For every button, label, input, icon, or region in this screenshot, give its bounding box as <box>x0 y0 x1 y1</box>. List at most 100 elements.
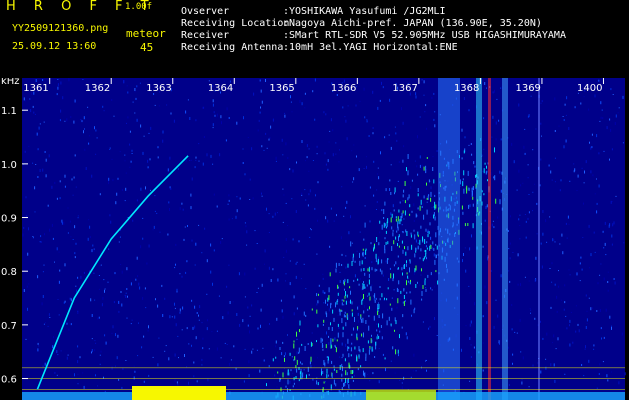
noise-speck <box>214 114 216 117</box>
noise-speck <box>541 265 543 269</box>
echo-speck <box>341 299 343 302</box>
noise-speck <box>436 335 438 336</box>
noise-speck <box>162 130 164 134</box>
noise-speck <box>365 156 367 158</box>
echo-speck <box>405 229 407 233</box>
noise-speck <box>327 303 328 306</box>
echo-speck <box>351 309 353 312</box>
noise-speck <box>569 180 571 182</box>
echo-speck <box>330 322 331 326</box>
noise-speck <box>142 296 144 300</box>
noise-speck <box>45 174 47 178</box>
noise-speck <box>245 225 247 228</box>
echo-speck <box>326 374 328 379</box>
noise-speck <box>112 325 114 329</box>
echo-speck <box>395 218 397 222</box>
echo-speck <box>398 280 400 285</box>
noise-speck <box>94 299 96 301</box>
noise-speck <box>434 286 435 288</box>
echo-speck <box>406 291 408 294</box>
noise-speck <box>549 216 551 218</box>
noise-speck <box>254 230 256 232</box>
echo-speck <box>287 388 288 393</box>
noise-speck <box>568 127 570 130</box>
noise-speck <box>401 326 403 329</box>
noise-speck <box>57 79 59 80</box>
noise-speck <box>83 385 85 389</box>
noise-speck <box>369 380 371 382</box>
noise-speck <box>104 334 106 337</box>
noise-speck <box>108 177 110 181</box>
noise-speck <box>34 186 36 190</box>
noise-speck <box>102 296 104 300</box>
noise-speck <box>606 126 608 130</box>
echo-speck <box>434 259 436 265</box>
echo-speck <box>363 281 364 284</box>
echo-speck <box>420 225 422 229</box>
noise-speck <box>32 162 34 164</box>
noise-speck <box>581 167 583 169</box>
noise-speck <box>179 207 181 211</box>
echo-speck <box>387 287 389 290</box>
noise-speck <box>305 160 306 162</box>
echo-speck <box>436 255 437 258</box>
noise-speck <box>82 372 84 374</box>
noise-speck <box>552 238 554 242</box>
echo-speck <box>325 299 326 304</box>
noise-speck <box>612 94 614 95</box>
echo-speck <box>352 256 354 262</box>
noise-speck <box>285 273 287 275</box>
noise-speck <box>22 233 24 237</box>
noise-speck <box>276 317 278 321</box>
noise-speck <box>27 307 28 311</box>
echo-speck <box>350 370 352 375</box>
echo-speck <box>420 199 422 205</box>
noise-speck <box>190 193 192 197</box>
noise-speck <box>554 241 556 243</box>
noise-speck <box>327 159 329 163</box>
noise-speck <box>157 146 159 149</box>
noise-speck <box>212 103 214 107</box>
noise-speck <box>484 219 486 222</box>
noise-speck <box>124 294 126 296</box>
echo-speck <box>419 257 421 260</box>
noise-speck <box>190 206 192 210</box>
echo-speck <box>499 199 501 205</box>
noise-speck <box>59 119 61 122</box>
noise-speck <box>26 285 28 288</box>
noise-speck <box>251 147 253 151</box>
echo-speck <box>406 272 408 275</box>
noise-speck <box>356 155 357 158</box>
echo-speck <box>377 260 379 265</box>
noise-speck <box>29 98 31 100</box>
noise-speck <box>516 332 518 334</box>
noise-speck <box>522 356 524 360</box>
echo-speck <box>343 299 345 302</box>
noise-speck <box>118 310 120 313</box>
echo-speck <box>327 356 329 361</box>
noise-speck <box>376 189 378 191</box>
echo-speck <box>472 190 473 196</box>
noise-speck <box>397 180 399 182</box>
noise-speck <box>525 236 527 239</box>
echo-speck <box>316 309 318 314</box>
noise-speck <box>325 163 327 166</box>
noise-speck <box>268 213 270 215</box>
noise-speck <box>228 199 230 202</box>
noise-speck <box>44 362 46 366</box>
noise-speck <box>228 362 230 366</box>
noise-speck <box>259 79 261 82</box>
info-value-observer: :YOSHIKAWA Yasufumi /JG2MLI <box>283 6 446 17</box>
echo-speck <box>422 285 424 289</box>
noise-speck <box>97 385 99 387</box>
echo-speck <box>423 166 425 171</box>
noise-speck <box>426 201 428 203</box>
echo-speck <box>361 333 363 337</box>
noise-speck <box>512 353 514 356</box>
noise-speck <box>328 308 330 312</box>
x-tick-label: 1365 <box>269 83 294 94</box>
echo-speck <box>381 293 383 298</box>
noise-speck <box>54 261 55 263</box>
noise-speck <box>249 199 251 200</box>
noise-speck <box>391 307 393 311</box>
